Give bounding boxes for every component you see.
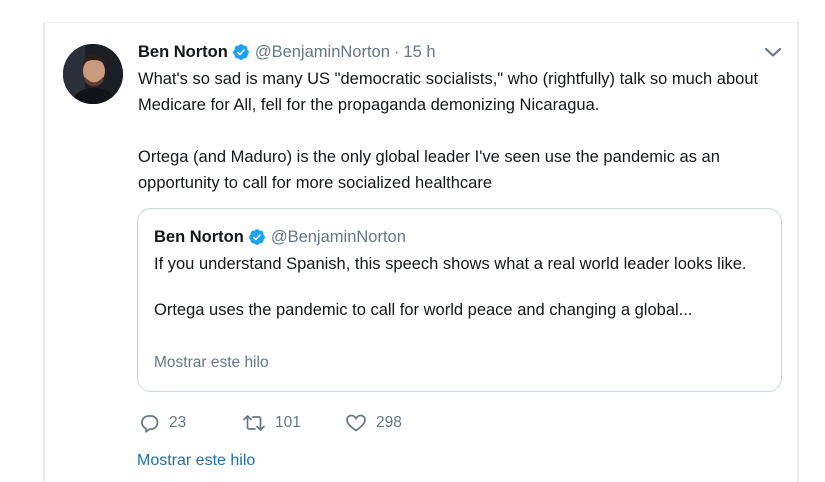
timeline-divider	[43, 22, 799, 23]
tweet-text: What's so sad is many US "democratic soc…	[138, 66, 788, 196]
show-thread-link[interactable]: Mostrar este hilo	[137, 452, 255, 470]
like-button[interactable]: 298	[345, 413, 402, 433]
quoted-tweet-text: If you understand Spanish, this speech s…	[154, 251, 769, 323]
like-count: 298	[376, 414, 402, 431]
quoted-tweet-header: Ben Norton @BenjaminNorton	[154, 226, 406, 248]
quoted-tweet-paragraph: If you understand Spanish, this speech s…	[154, 255, 747, 273]
verified-badge-icon	[248, 229, 265, 245]
author-name[interactable]: Ben Norton	[138, 41, 228, 63]
quoted-tweet[interactable]: Ben Norton @BenjaminNorton If you unders…	[137, 208, 782, 392]
timeline-right-border	[797, 22, 799, 482]
reply-button[interactable]: 23	[140, 413, 242, 433]
verified-badge-icon	[232, 44, 249, 60]
tweet-header: Ben Norton @BenjaminNorton · 15 h	[138, 41, 436, 63]
retweet-button[interactable]: 101	[242, 413, 345, 433]
heart-icon	[346, 414, 366, 432]
tweet-paragraph: Ortega (and Maduro) is the only global l…	[138, 148, 720, 192]
quoted-show-thread[interactable]: Mostrar este hilo	[154, 354, 269, 372]
author-handle[interactable]: @BenjaminNorton	[255, 41, 390, 63]
retweet-count: 101	[275, 414, 301, 431]
retweet-icon	[243, 415, 265, 431]
quoted-tweet-paragraph: Ortega uses the pandemic to call for wor…	[154, 301, 693, 319]
tweet-page: Ben Norton @BenjaminNorton · 15 h What's…	[0, 0, 825, 482]
tweet-actions: 23 101 298	[140, 411, 402, 435]
chevron-down-icon[interactable]	[763, 44, 783, 60]
avatar-image	[63, 44, 123, 104]
tweet-timestamp[interactable]: 15 h	[403, 41, 435, 63]
timeline-left-border	[43, 22, 45, 482]
quoted-author-handle: @BenjaminNorton	[270, 228, 406, 246]
separator-dot: ·	[393, 43, 400, 61]
reply-count: 23	[169, 414, 187, 431]
quoted-author-name: Ben Norton	[154, 228, 244, 246]
avatar[interactable]	[63, 44, 123, 104]
tweet-paragraph: What's so sad is many US "democratic soc…	[138, 70, 759, 114]
reply-icon	[141, 415, 159, 433]
